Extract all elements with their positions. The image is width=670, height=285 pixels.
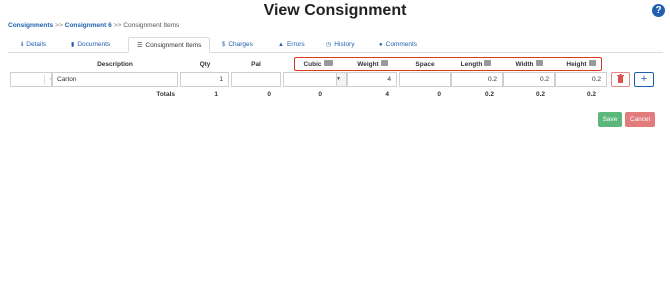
breadcrumb-separator: >> bbox=[55, 22, 63, 29]
breadcrumb-consignments[interactable]: Consignments bbox=[8, 22, 53, 29]
dollar-icon: $ bbox=[222, 42, 226, 48]
total-weight: 4 bbox=[385, 91, 389, 98]
col-header-description: Description bbox=[97, 61, 133, 68]
total-width: 0.2 bbox=[535, 91, 545, 98]
trash-icon bbox=[617, 74, 624, 83]
breadcrumb-consignment-6[interactable]: Consignment 6 bbox=[65, 22, 112, 29]
info-icon: ℹ bbox=[21, 42, 24, 48]
delete-row-button[interactable] bbox=[611, 72, 630, 87]
total-space: 0 bbox=[437, 91, 441, 98]
breadcrumb-separator: >> bbox=[113, 22, 122, 29]
col-header-pal: Pal bbox=[251, 61, 261, 68]
cubic-select[interactable]: ▼ bbox=[283, 72, 347, 87]
length-input[interactable]: 0.2 bbox=[451, 72, 503, 87]
warning-icon: ▲ bbox=[278, 42, 284, 48]
tab-label: Comments bbox=[385, 41, 418, 48]
list-icon: ☰ bbox=[137, 43, 143, 49]
tab-label: Errors bbox=[286, 41, 305, 48]
space-input[interactable] bbox=[399, 72, 451, 87]
total-length: 0.2 bbox=[484, 91, 494, 98]
weight-input[interactable]: 4 bbox=[347, 72, 397, 87]
caret-down-icon: ▼ bbox=[336, 76, 341, 82]
tab-comments[interactable]: ● Comments bbox=[379, 37, 417, 53]
totals-label: Totals bbox=[156, 91, 175, 98]
tab-label: Details bbox=[26, 41, 47, 48]
tab-label: Consignment Items bbox=[145, 42, 202, 49]
tab-label: History bbox=[334, 41, 355, 48]
tab-errors[interactable]: ▲ Errors bbox=[278, 37, 305, 53]
tab-consignment-items[interactable]: ☰ Consignment Items bbox=[128, 37, 211, 53]
tab-label: Charges bbox=[228, 41, 253, 48]
clock-icon: ◷ bbox=[326, 42, 332, 48]
divider bbox=[44, 75, 45, 84]
document-icon: ▮ bbox=[71, 42, 75, 48]
width-input[interactable]: 0.2 bbox=[503, 72, 555, 87]
tab-documents[interactable]: ▮ Documents bbox=[71, 37, 110, 53]
tab-details[interactable]: ℹ Details bbox=[21, 37, 46, 53]
total-cubic: 0 bbox=[318, 91, 322, 98]
plus-icon: + bbox=[640, 73, 648, 85]
comment-icon: ● bbox=[379, 42, 383, 48]
total-qty: 1 bbox=[214, 91, 218, 98]
highlight-box bbox=[294, 57, 602, 71]
pal-input[interactable] bbox=[231, 72, 281, 87]
qty-input[interactable]: 1 bbox=[180, 72, 229, 87]
help-icon[interactable]: ? bbox=[652, 4, 665, 17]
row-type-select[interactable]: ⌵ bbox=[10, 72, 54, 87]
add-row-button[interactable]: + bbox=[634, 72, 654, 87]
tab-charges[interactable]: $ Charges bbox=[222, 37, 253, 53]
breadcrumb: Consignments >> Consignment 6 >> Consignment… bbox=[8, 22, 179, 29]
tab-label: Documents bbox=[77, 41, 111, 48]
tab-bar: ℹ Details ▮ Documents ☰ Consignment Items $… bbox=[8, 37, 663, 53]
breadcrumb-current: Consignment Items bbox=[123, 22, 180, 29]
page-title: View Consignment bbox=[263, 2, 407, 19]
total-pal: 0 bbox=[267, 91, 271, 98]
save-button[interactable]: Save bbox=[598, 112, 622, 127]
cancel-button[interactable]: Cancel bbox=[625, 112, 655, 127]
height-input[interactable]: 0.2 bbox=[555, 72, 607, 87]
tab-history[interactable]: ◷ History bbox=[326, 37, 354, 53]
col-header-qty: Qty bbox=[199, 61, 211, 68]
total-height: 0.2 bbox=[586, 91, 596, 98]
description-input[interactable]: Carton bbox=[52, 72, 178, 87]
